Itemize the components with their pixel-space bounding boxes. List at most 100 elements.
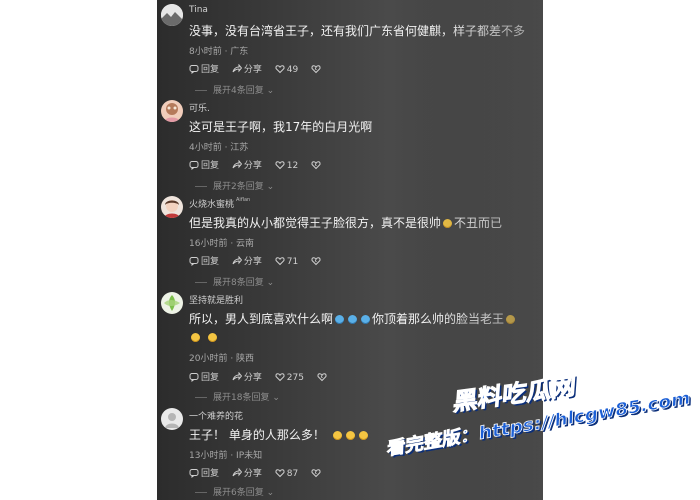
reply-icon bbox=[189, 257, 199, 266]
share-button[interactable]: 分享 bbox=[232, 62, 262, 75]
username[interactable]: 一个难养的花 bbox=[189, 409, 243, 422]
expand-replies[interactable]: 展开18条回复 ⌄ bbox=[195, 390, 280, 403]
heart-icon bbox=[275, 469, 285, 478]
expand-replies[interactable]: 展开4条回复 ⌄ bbox=[195, 83, 274, 96]
dislike-button[interactable] bbox=[311, 160, 323, 171]
avatar[interactable] bbox=[161, 408, 183, 430]
comment-meta: 8小时前 · 广东 bbox=[189, 47, 249, 57]
comment-actions: 回复 分享 275 bbox=[189, 370, 339, 383]
like-button[interactable]: 49 bbox=[275, 64, 298, 75]
dislike-button[interactable] bbox=[311, 64, 323, 75]
emoji-icon bbox=[191, 333, 200, 342]
share-label: 分享 bbox=[243, 161, 262, 171]
emoji-icon bbox=[506, 315, 516, 324]
username-text: 火烧水蜜桃 bbox=[189, 200, 235, 210]
expand-replies[interactable]: 展开6条回复 ⌄ bbox=[195, 485, 274, 498]
expand-replies-label: 展开6条回复 bbox=[213, 488, 264, 498]
emoji-icon bbox=[361, 315, 371, 324]
divider bbox=[195, 492, 207, 493]
username[interactable]: 坚持就是胜利 bbox=[189, 293, 243, 306]
like-count: 49 bbox=[286, 65, 299, 75]
share-label: 分享 bbox=[243, 469, 262, 479]
emoji-icon bbox=[345, 431, 355, 440]
comment-meta: 13小时前 · IP未知 bbox=[189, 451, 263, 461]
comment-text-part: 不丑而已 bbox=[454, 216, 503, 230]
share-label: 分享 bbox=[243, 373, 262, 383]
avatar[interactable] bbox=[161, 196, 183, 218]
dislike-icon bbox=[311, 65, 321, 74]
like-button[interactable]: 12 bbox=[275, 160, 298, 171]
emoji-icon bbox=[348, 315, 358, 324]
dislike-button[interactable] bbox=[317, 372, 329, 383]
comment-text: 但是我真的从小都觉得王子脸很方，真不是很帅 不丑而已 bbox=[189, 214, 534, 232]
chevron-down-icon: ⌄ bbox=[269, 393, 280, 403]
reply-button[interactable]: 回复 bbox=[189, 62, 219, 75]
reply-button[interactable]: 回复 bbox=[189, 158, 219, 171]
comment-meta: 4小时前 · 江苏 bbox=[189, 143, 249, 153]
dislike-button[interactable] bbox=[311, 468, 323, 479]
chevron-down-icon: ⌄ bbox=[263, 488, 275, 498]
share-button[interactable]: 分享 bbox=[232, 466, 262, 479]
share-icon bbox=[232, 371, 243, 381]
divider bbox=[195, 90, 207, 91]
avatar-image bbox=[161, 292, 183, 314]
divider bbox=[195, 186, 207, 187]
share-button[interactable]: 分享 bbox=[232, 158, 262, 171]
expand-replies[interactable]: 展开2条回复 ⌄ bbox=[195, 179, 274, 192]
comment-text: 所以，男人到底喜欢什么啊 你顶着那么帅的脸当老王 bbox=[189, 310, 534, 346]
comment-text: 没事，没有台湾省王子，还有我们广东省何健麒，样子都差不多 bbox=[189, 24, 526, 38]
user-badge: Aiflan bbox=[236, 197, 251, 203]
like-button[interactable]: 87 bbox=[275, 468, 298, 479]
avatar[interactable] bbox=[161, 292, 183, 314]
share-button[interactable]: 分享 bbox=[232, 254, 262, 267]
username[interactable]: 可乐. bbox=[189, 101, 210, 114]
comment-text-part: 王子！ 单身的人那么多！ bbox=[189, 428, 325, 442]
reply-icon bbox=[189, 161, 199, 170]
emoji-icon bbox=[208, 333, 217, 342]
dislike-button[interactable] bbox=[311, 256, 323, 267]
expand-replies[interactable]: 展开8条回复 ⌄ bbox=[195, 275, 274, 288]
comment-text-part: 所以，男人到底喜欢什么啊 bbox=[189, 312, 334, 326]
heart-icon bbox=[275, 161, 285, 170]
share-icon bbox=[232, 159, 243, 169]
reply-button[interactable]: 回复 bbox=[189, 466, 219, 479]
like-button[interactable]: 71 bbox=[275, 256, 298, 267]
comment-text-part: 但是我真的从小都觉得王子脸很方，真不是很帅 bbox=[189, 216, 442, 230]
chevron-down-icon: ⌄ bbox=[263, 182, 275, 192]
share-label: 分享 bbox=[243, 257, 262, 267]
emoji-icon bbox=[332, 431, 342, 440]
chevron-down-icon: ⌄ bbox=[263, 86, 275, 96]
like-count: 12 bbox=[286, 161, 299, 171]
share-icon bbox=[232, 255, 243, 265]
dislike-icon bbox=[311, 257, 321, 266]
reply-label: 回复 bbox=[201, 373, 220, 383]
like-button[interactable]: 275 bbox=[275, 372, 304, 383]
username[interactable]: 火烧水蜜桃 Aiflan bbox=[189, 197, 250, 210]
expand-replies-label: 展开18条回复 bbox=[213, 393, 270, 403]
reply-button[interactable]: 回复 bbox=[189, 254, 219, 267]
reply-label: 回复 bbox=[201, 65, 220, 75]
emoji-icon bbox=[358, 431, 368, 440]
divider bbox=[195, 282, 207, 283]
like-count: 87 bbox=[286, 469, 299, 479]
comment-text-part: 你顶着那么帅的脸当老王 bbox=[372, 312, 505, 326]
comment-actions: 回复 分享 71 bbox=[189, 254, 333, 267]
reply-label: 回复 bbox=[201, 469, 220, 479]
comment-meta: 16小时前 · 云南 bbox=[189, 239, 255, 249]
dislike-icon bbox=[311, 161, 321, 170]
avatar[interactable] bbox=[161, 100, 183, 122]
reply-icon bbox=[189, 65, 199, 74]
reply-button[interactable]: 回复 bbox=[189, 370, 219, 383]
share-button[interactable]: 分享 bbox=[232, 370, 262, 383]
reply-label: 回复 bbox=[201, 257, 220, 267]
chevron-down-icon: ⌄ bbox=[263, 278, 275, 288]
avatar[interactable] bbox=[161, 4, 183, 26]
like-count: 71 bbox=[286, 257, 299, 267]
username[interactable]: Tina bbox=[189, 5, 208, 15]
comment-text: 这可是王子啊，我17年的白月光啊 bbox=[189, 120, 373, 134]
reply-icon bbox=[189, 469, 199, 478]
reply-icon bbox=[189, 373, 199, 382]
comment-meta: 20小时前 · 陕西 bbox=[189, 354, 255, 364]
comment-actions: 回复 分享 87 bbox=[189, 466, 333, 479]
avatar-image bbox=[161, 100, 183, 122]
